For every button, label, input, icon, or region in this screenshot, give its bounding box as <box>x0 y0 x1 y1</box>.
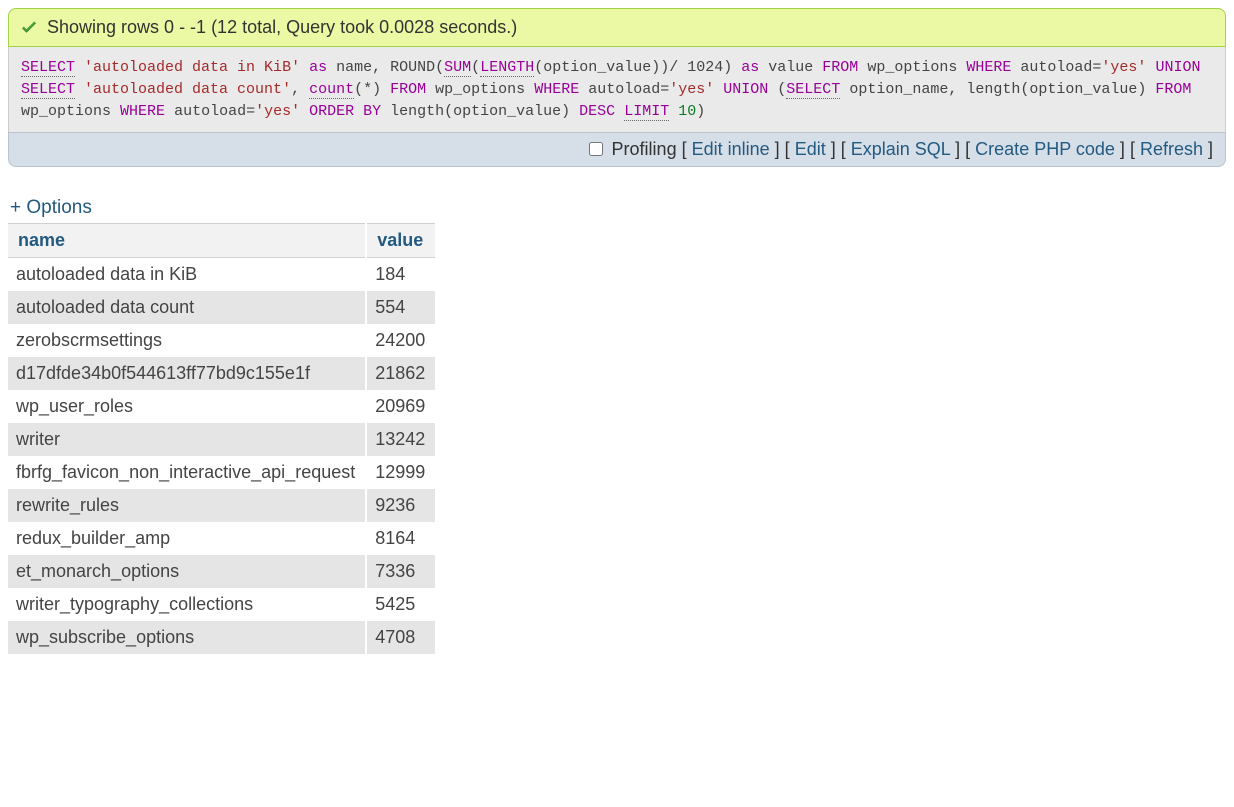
sql-token: wp_options <box>21 103 120 120</box>
check-icon <box>19 18 39 38</box>
options-link[interactable]: + Options <box>10 197 92 219</box>
sql-token: 10 <box>678 103 696 120</box>
table-row[interactable]: d17dfde34b0f544613ff77bd9c155e1f21862 <box>8 357 436 390</box>
cell-value: 12999 <box>366 456 436 489</box>
sql-token: UNION <box>1155 59 1200 76</box>
sql-token: SELECT <box>786 81 840 99</box>
query-tools-bar: Profiling [ Edit inline ] [ Edit ] [ Exp… <box>8 132 1226 167</box>
col-header-value[interactable]: value <box>366 224 436 258</box>
sql-token: WHERE <box>966 59 1011 76</box>
sql-token: count <box>309 81 354 99</box>
sql-token: wp_options <box>435 81 534 98</box>
sql-token: 'yes' <box>1101 59 1146 76</box>
table-row[interactable]: et_monarch_options7336 <box>8 555 436 588</box>
sql-token: LIMIT <box>624 103 669 121</box>
edit-link[interactable]: Edit <box>795 139 826 159</box>
sql-token: 'autoloaded data in KiB' <box>84 59 300 76</box>
cell-name: rewrite_rules <box>8 489 366 522</box>
cell-name: autoloaded data in KiB <box>8 258 366 292</box>
cell-value: 21862 <box>366 357 436 390</box>
sql-token: option_name, length(option_value) <box>849 81 1155 98</box>
cell-name: redux_builder_amp <box>8 522 366 555</box>
table-row[interactable]: autoloaded data in KiB184 <box>8 258 436 292</box>
table-row[interactable]: wp_user_roles20969 <box>8 390 436 423</box>
sql-token: ( <box>777 81 786 98</box>
cell-name: fbrfg_favicon_non_interactive_api_reques… <box>8 456 366 489</box>
success-text: Showing rows 0 - -1 (12 total, Query too… <box>47 17 517 38</box>
table-row[interactable]: writer_typography_collections5425 <box>8 588 436 621</box>
cell-value: 8164 <box>366 522 436 555</box>
sql-token: 'autoloaded data count' <box>84 81 291 98</box>
sql-token: autoload= <box>174 103 255 120</box>
cell-name: wp_subscribe_options <box>8 621 366 654</box>
cell-value: 184 <box>366 258 436 292</box>
cell-value: 554 <box>366 291 436 324</box>
table-row[interactable]: fbrfg_favicon_non_interactive_api_reques… <box>8 456 436 489</box>
sql-token: SUM <box>444 59 471 77</box>
sql-token: SELECT <box>21 59 75 77</box>
cell-name: et_monarch_options <box>8 555 366 588</box>
sql-token: 'yes' <box>669 81 714 98</box>
table-row[interactable]: rewrite_rules9236 <box>8 489 436 522</box>
sql-token: WHERE <box>120 103 165 120</box>
cell-value: 24200 <box>366 324 436 357</box>
profiling-checkbox[interactable] <box>589 142 603 156</box>
sql-token: length(option_value) <box>390 103 579 120</box>
sql-token: LENGTH <box>480 59 534 77</box>
sql-token: ) <box>696 103 705 120</box>
cell-value: 7336 <box>366 555 436 588</box>
sql-token: , <box>291 81 309 98</box>
cell-value: 20969 <box>366 390 436 423</box>
sql-token: (option_value))/ 1024) <box>534 59 741 76</box>
col-header-name[interactable]: name <box>8 224 366 258</box>
sql-token: value <box>768 59 822 76</box>
sql-token: autoload= <box>1020 59 1101 76</box>
table-row[interactable]: zerobscrmsettings24200 <box>8 324 436 357</box>
sql-token: FROM <box>822 59 858 76</box>
table-header-row: name value <box>8 224 436 258</box>
refresh-link[interactable]: Refresh <box>1140 139 1203 159</box>
results-table: name value autoloaded data in KiB184auto… <box>8 223 437 654</box>
table-row[interactable]: wp_subscribe_options4708 <box>8 621 436 654</box>
cell-name: wp_user_roles <box>8 390 366 423</box>
sql-token: (*) <box>354 81 390 98</box>
edit-inline-link[interactable]: Edit inline <box>692 139 770 159</box>
cell-value: 13242 <box>366 423 436 456</box>
sql-token: ORDER BY <box>309 103 381 120</box>
sql-token: WHERE <box>534 81 579 98</box>
sql-token: UNION <box>723 81 777 98</box>
table-row[interactable]: redux_builder_amp8164 <box>8 522 436 555</box>
profiling-label[interactable]: Profiling <box>585 139 682 159</box>
cell-value: 4708 <box>366 621 436 654</box>
cell-name: autoloaded data count <box>8 291 366 324</box>
sql-token: ( <box>471 59 480 76</box>
table-row[interactable]: autoloaded data count554 <box>8 291 436 324</box>
cell-name: writer <box>8 423 366 456</box>
sql-token: autoload= <box>588 81 669 98</box>
sql-token: SELECT <box>21 81 75 99</box>
sql-token: as <box>741 59 759 76</box>
cell-value: 5425 <box>366 588 436 621</box>
sql-token: FROM <box>1155 81 1191 98</box>
create-php-link[interactable]: Create PHP code <box>975 139 1115 159</box>
sql-token: wp_options <box>867 59 966 76</box>
sql-token: FROM <box>390 81 426 98</box>
sql-token: as <box>309 59 327 76</box>
sql-token: 'yes' <box>255 103 300 120</box>
sql-token: ROUND( <box>390 59 444 76</box>
profiling-text: Profiling <box>612 139 677 159</box>
cell-name: d17dfde34b0f544613ff77bd9c155e1f <box>8 357 366 390</box>
cell-value: 9236 <box>366 489 436 522</box>
success-banner: Showing rows 0 - -1 (12 total, Query too… <box>8 8 1226 47</box>
cell-name: writer_typography_collections <box>8 588 366 621</box>
sql-query-box: SELECT 'autoloaded data in KiB' as name,… <box>8 47 1226 132</box>
sql-token: DESC <box>579 103 615 120</box>
cell-name: zerobscrmsettings <box>8 324 366 357</box>
sql-token: name, <box>336 59 390 76</box>
table-row[interactable]: writer13242 <box>8 423 436 456</box>
explain-sql-link[interactable]: Explain SQL <box>851 139 950 159</box>
